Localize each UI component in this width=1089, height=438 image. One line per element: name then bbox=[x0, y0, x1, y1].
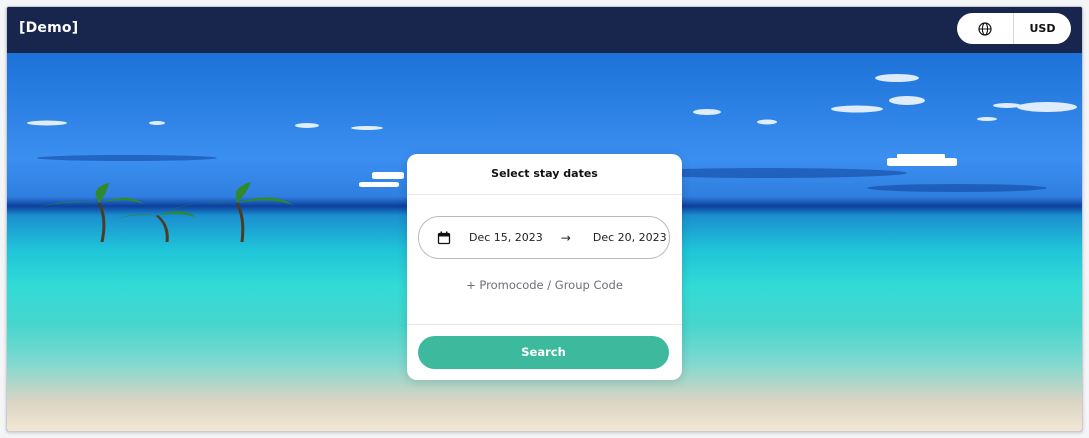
search-button[interactable]: Search bbox=[418, 336, 669, 369]
promocode-link[interactable]: + Promocode / Group Code bbox=[407, 278, 682, 292]
card-title: Select stay dates bbox=[407, 154, 682, 195]
hero-background: Select stay dates Dec 15, 2023 → Dec 20,… bbox=[7, 53, 1082, 431]
date-range-picker[interactable]: Dec 15, 2023 → Dec 20, 2023 bbox=[418, 216, 670, 259]
card-divider bbox=[407, 324, 682, 325]
arrow-right-icon: → bbox=[560, 230, 571, 245]
locale-currency-switcher: USD bbox=[957, 13, 1071, 44]
browser-frame: [Demo] USD Select stay dates Dec 15, 202… bbox=[6, 6, 1083, 432]
brand-logo[interactable]: [Demo] bbox=[19, 20, 78, 36]
currency-button[interactable]: USD bbox=[1014, 22, 1071, 35]
language-button[interactable] bbox=[957, 13, 1014, 44]
booking-card: Select stay dates Dec 15, 2023 → Dec 20,… bbox=[407, 154, 682, 380]
top-bar: [Demo] USD bbox=[7, 7, 1082, 53]
check-in-date[interactable]: Dec 15, 2023 bbox=[469, 231, 543, 244]
calendar-icon bbox=[437, 231, 451, 244]
globe-icon bbox=[978, 21, 992, 36]
check-out-date[interactable]: Dec 20, 2023 bbox=[593, 231, 667, 244]
